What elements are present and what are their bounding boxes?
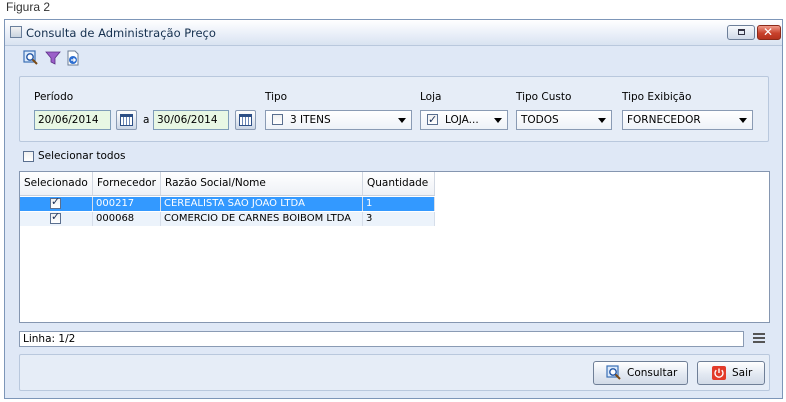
grid-header: Selecionado Fornecedor Razão Social/Nome…: [20, 172, 435, 196]
table-row[interactable]: 000217 CEREALISTA SAO JOAO LTDA 1: [20, 197, 435, 211]
date-to-field[interactable]: 30/06/2014: [153, 110, 229, 130]
cell-quantidade: 1: [363, 197, 435, 211]
row-checkbox[interactable]: [50, 212, 61, 224]
date-to-calendar-button[interactable]: [235, 110, 256, 130]
consultar-button[interactable]: Consultar: [593, 361, 688, 385]
loja-label: Loja: [420, 91, 442, 103]
column-header-quantidade[interactable]: Quantidade: [363, 172, 435, 195]
column-header-razao-social[interactable]: Razão Social/Nome: [161, 172, 363, 195]
row-select-cell: [20, 212, 93, 226]
date-from-calendar-button[interactable]: [116, 110, 137, 130]
close-button[interactable]: ✕: [757, 25, 781, 40]
column-header-fornecedor[interactable]: Fornecedor: [93, 172, 161, 195]
status-bar: Linha: 1/2: [19, 331, 744, 347]
cell-quantidade: 3: [363, 212, 435, 226]
chevron-down-icon: [739, 118, 747, 123]
search-icon: [606, 365, 621, 380]
loja-select[interactable]: LOJA...: [420, 110, 508, 130]
tipo-label: Tipo: [265, 91, 288, 103]
cell-fornecedor: 000217: [93, 197, 161, 211]
date-separator: a: [143, 114, 150, 126]
restore-icon: [738, 29, 745, 35]
main-window: Consulta de Administração Preço ✕ Períod…: [4, 19, 783, 399]
power-icon: [712, 366, 726, 380]
select-all-checkbox[interactable]: [23, 151, 34, 162]
export-icon[interactable]: [65, 50, 81, 66]
filter-panel: Período 20/06/2014 a 30/06/2014 Tipo 3 I…: [19, 76, 769, 142]
results-grid[interactable]: Selecionado Fornecedor Razão Social/Nome…: [19, 171, 770, 323]
title-bar: Consulta de Administração Preço ✕: [5, 20, 782, 46]
restore-button[interactable]: [727, 25, 755, 40]
sair-button[interactable]: Sair: [697, 361, 765, 385]
window-title: Consulta de Administração Preço: [26, 26, 216, 40]
chevron-down-icon: [494, 118, 502, 123]
cell-fornecedor: 000068: [93, 212, 161, 226]
date-from-field[interactable]: 20/06/2014: [34, 110, 111, 130]
search-icon[interactable]: [23, 50, 39, 66]
chevron-down-icon: [598, 118, 606, 123]
tipo-exibicao-label: Tipo Exibição: [622, 91, 692, 103]
column-header-selecionado[interactable]: Selecionado: [20, 172, 93, 195]
tipo-custo-value: TODOS: [521, 114, 559, 126]
select-all-label: Selecionar todos: [38, 150, 126, 162]
tipo-select[interactable]: 3 ITENS: [265, 110, 412, 130]
tipo-checkbox[interactable]: [272, 114, 283, 125]
close-icon: ✕: [763, 25, 774, 39]
cell-razao-social: COMERCIO DE CARNES BOIBOM LTDA: [161, 212, 363, 226]
tipo-custo-label: Tipo Custo: [516, 91, 572, 103]
menu-icon[interactable]: [753, 333, 765, 344]
tipo-value: 3 ITENS: [290, 114, 331, 126]
loja-checkbox[interactable]: [427, 111, 438, 129]
chevron-down-icon: [398, 118, 406, 123]
app-icon: [10, 26, 22, 38]
periodo-label: Período: [34, 91, 74, 103]
calendar-icon: [239, 114, 252, 126]
tipo-exibicao-select[interactable]: FORNECEDOR: [622, 110, 753, 130]
tipo-exibicao-value: FORNECEDOR: [627, 114, 701, 126]
cell-razao-social: CEREALISTA SAO JOAO LTDA: [161, 197, 363, 211]
calendar-icon: [120, 114, 133, 126]
consultar-label: Consultar: [627, 367, 678, 379]
loja-value: LOJA...: [445, 114, 479, 126]
row-select-cell: [20, 197, 93, 211]
tipo-custo-select[interactable]: TODOS: [516, 110, 612, 130]
row-checkbox[interactable]: [50, 197, 61, 209]
table-row[interactable]: 000068 COMERCIO DE CARNES BOIBOM LTDA 3: [20, 212, 435, 226]
sair-label: Sair: [732, 367, 753, 379]
figure-caption: Figura 2: [6, 0, 51, 14]
filter-icon[interactable]: [45, 50, 61, 66]
